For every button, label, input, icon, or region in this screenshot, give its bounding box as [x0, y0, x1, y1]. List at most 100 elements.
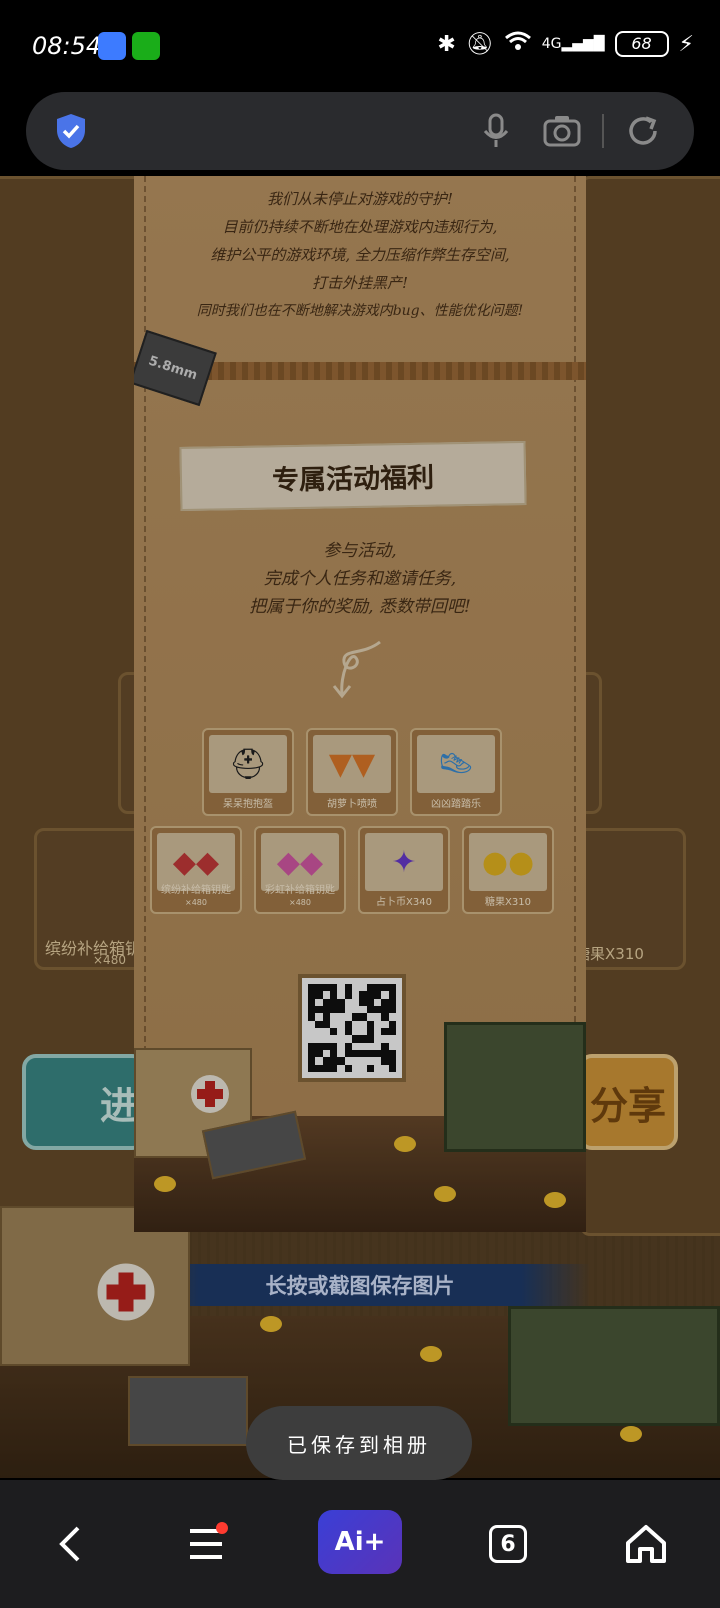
qr-module — [359, 1028, 367, 1036]
qr-module — [352, 1020, 360, 1028]
coin-icon: ✦ — [365, 833, 443, 891]
qr-module — [388, 991, 396, 999]
qr-module — [330, 1057, 338, 1065]
toolbar-separator — [602, 114, 604, 148]
qr-module — [352, 1006, 360, 1014]
qr-module — [359, 998, 367, 1006]
qr-module — [352, 1042, 360, 1050]
qr-module — [337, 1028, 345, 1036]
qr-module — [388, 984, 396, 992]
qr-module — [330, 1006, 338, 1014]
qr-module — [359, 1064, 367, 1072]
qr-module — [344, 1050, 352, 1058]
address-bar[interactable] — [26, 92, 694, 170]
poster-message-line: 同时我们也在不断地解决游戏内bug、性能优化问题! — [196, 303, 524, 319]
qr-module — [322, 1064, 330, 1072]
reward-label: 占卜币X340 — [376, 897, 432, 908]
qr-module — [337, 984, 345, 992]
helmet-icon: ⛑︎ — [209, 735, 287, 793]
reward-item: ▼▼ 胡萝卜喷喷 — [306, 728, 398, 816]
menu-button[interactable] — [166, 1504, 246, 1584]
tabs-button[interactable]: 6 — [468, 1504, 548, 1584]
bg-ammo-box — [128, 1376, 248, 1446]
back-button[interactable] — [30, 1504, 110, 1584]
reward-label: 糖果X310 — [485, 897, 531, 908]
qr-module — [308, 1028, 316, 1036]
qr-module — [366, 984, 374, 992]
bg-share-button[interactable]: 分享 — [578, 1054, 678, 1150]
bg-share-button-label: 分享 — [589, 1083, 666, 1128]
qr-code-pattern — [308, 984, 396, 1072]
qr-module — [337, 1050, 345, 1058]
tab-count: 6 — [489, 1525, 527, 1563]
qr-module — [388, 1020, 396, 1028]
section-title: 专属活动福利 — [179, 440, 527, 512]
qr-module — [388, 1006, 396, 1014]
reward-label-text: 缤纷补给箱钥匙 — [161, 885, 231, 896]
qr-module — [322, 1020, 330, 1028]
qr-module — [308, 1057, 316, 1065]
red-cross-icon — [97, 1263, 155, 1321]
bg-card-keys: 缤纷补给箱钥 ×480 — [34, 828, 144, 970]
network-type: 4G — [541, 36, 562, 52]
qr-module — [352, 991, 360, 999]
qr-module — [315, 1006, 323, 1014]
qr-module — [374, 991, 382, 999]
qr-module — [337, 1020, 345, 1028]
candy-icon — [434, 1186, 456, 1202]
reward-label: 胡萝卜喷喷 — [327, 799, 377, 810]
qr-module — [308, 1064, 316, 1072]
qr-module — [322, 998, 330, 1006]
qr-module — [374, 1028, 382, 1036]
status-bar: 08:54 ✱ 🔕︎ 4G▂▄▆█ 68 ⚡︎ — [0, 0, 720, 88]
share-poster-image[interactable]: 我们从未停止对游戏的守护! 目前仍持续不断地在处理游戏内违规行为, 维护公平的游… — [134, 176, 586, 1232]
qr-module — [352, 1064, 360, 1072]
clock: 08:54 — [32, 32, 102, 60]
qr-module — [366, 1006, 374, 1014]
qr-module — [322, 1035, 330, 1043]
home-icon — [626, 1525, 666, 1563]
qr-code — [298, 974, 406, 1082]
ai-assistant-button[interactable]: Ai+ — [318, 1510, 402, 1574]
qr-module — [359, 1035, 367, 1043]
camera-icon[interactable] — [542, 112, 582, 150]
save-hint-banner: 长按或截图保存图片 — [130, 1264, 590, 1306]
qr-module — [359, 1013, 367, 1021]
qr-module — [344, 1006, 352, 1014]
qr-module — [315, 1042, 323, 1050]
qr-module — [322, 1050, 330, 1058]
qr-module — [344, 1028, 352, 1036]
home-button[interactable] — [606, 1504, 686, 1584]
key-red-icon: ◆◆ — [157, 833, 235, 891]
qr-module — [337, 1064, 345, 1072]
qr-module — [366, 998, 374, 1006]
red-cross-icon — [191, 1075, 229, 1113]
arrow-doodle-icon — [332, 640, 381, 699]
bg-invite-button[interactable]: 进 — [22, 1054, 146, 1150]
qr-module — [381, 1050, 389, 1058]
candy-icon — [420, 1346, 442, 1362]
qr-module — [337, 998, 345, 1006]
qr-module — [308, 984, 316, 992]
qr-module — [330, 991, 338, 999]
qr-module — [322, 991, 330, 999]
qr-module — [322, 984, 330, 992]
qr-module — [352, 998, 360, 1006]
qr-module — [381, 1042, 389, 1050]
reward-item: 👟︎ 凶凶踏踏乐 — [410, 728, 502, 816]
bluetooth-icon: ✱ — [437, 31, 456, 57]
reward-label: 凶凶踏踏乐 — [431, 799, 481, 810]
qr-module — [344, 1013, 352, 1021]
qr-module — [315, 1028, 323, 1036]
reload-icon[interactable] — [624, 112, 662, 150]
qr-module — [359, 1057, 367, 1065]
back-arrow-icon — [59, 1526, 80, 1562]
candy-icon — [394, 1136, 416, 1152]
poster-message-line: 目前仍持续不断地在处理游戏内违规行为, — [222, 218, 498, 236]
qr-module — [374, 984, 382, 992]
microphone-icon[interactable] — [478, 112, 514, 150]
reward-label-text: 彩虹补给箱钥匙 — [265, 885, 335, 896]
qr-module — [381, 1013, 389, 1021]
qr-module — [315, 1020, 323, 1028]
qr-module — [330, 1042, 338, 1050]
